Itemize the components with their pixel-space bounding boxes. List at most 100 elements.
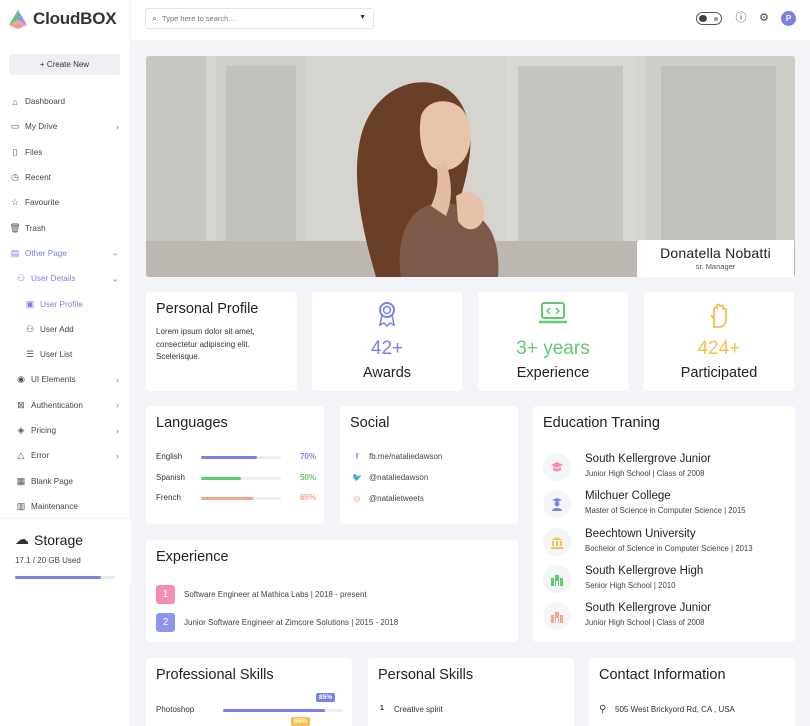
error-icon: △ (17, 450, 25, 461)
education-item-sub: Master of Science in Computer Science | … (585, 506, 746, 515)
chevron-right-icon: › (116, 121, 119, 132)
education-item-title: Milchuer College (585, 490, 671, 502)
sidebar-item-favourite[interactable]: ☆ Favourite (0, 190, 131, 215)
sidebar-item-label: Error (31, 451, 50, 461)
contact-address-row: ⚲ 505 West Brickyord Rd, CA , USA (599, 704, 735, 715)
sidebar-item-label: Maintenance (31, 501, 78, 511)
education-item-sub: Bochelor of Science in Computer Science … (585, 544, 753, 553)
education-item-title: South Kellergrove Junior (585, 602, 711, 614)
help-icon[interactable]: ⓘ (735, 12, 747, 24)
search-input[interactable] (162, 14, 343, 23)
sidebar-item-label: Blank Page (31, 476, 73, 486)
contact-title: Contact Information (599, 667, 726, 683)
storage-title-text: Storage (34, 531, 84, 548)
stat-value: 424+ (697, 338, 741, 359)
social-row-facebook[interactable]: f fb.me/nataliedawson (352, 452, 443, 461)
education-card: Education Traning South Kellergrove Juni… (533, 406, 795, 642)
personal-profile-text: Lorem ipsum dolor sit amet, consectetur … (156, 327, 255, 361)
personal-skills-title: Personal Skills (378, 667, 474, 683)
language-name: English (156, 452, 183, 461)
education-title: Education Traning (543, 415, 660, 431)
sidebar-item-blank-page[interactable]: ▦ Blank Page (0, 468, 131, 493)
personal-skills-card: Personal Skills 1 Creative spirit (368, 658, 574, 726)
storage-progress-fill (15, 576, 101, 579)
sidebar-item-label: User Profile (40, 299, 83, 309)
sidebar-item-ui-elements[interactable]: ◉ UI Elements › (0, 367, 131, 392)
sidebar-item-other-page[interactable]: ▤ Other Page ⌄ (0, 241, 131, 266)
storage-used: 17.1 / 20 GB Used (15, 556, 81, 565)
folder-icon: ▭ (10, 121, 20, 132)
stat-value: 42+ (370, 338, 404, 359)
file-icon: ▯ (12, 146, 18, 157)
logo[interactable]: CloudBOX (7, 8, 117, 30)
laptop-code-icon (478, 301, 628, 327)
facebook-icon: f (355, 452, 359, 461)
language-progress-fill (201, 477, 241, 480)
graduate-icon (543, 490, 571, 518)
maintenance-icon: ▥ (16, 500, 26, 511)
profile-icon: ▣ (25, 298, 35, 309)
avatar[interactable]: P (781, 11, 796, 26)
create-new-button[interactable]: + Create New (9, 54, 120, 75)
stat-label: Participated (680, 365, 758, 381)
sidebar-item-user-profile[interactable]: ▣ User Profile (0, 291, 131, 316)
skill-pct-badge: 85% (316, 693, 336, 702)
education-item: South Kellergrove Junior Junior High Sch… (543, 453, 793, 483)
sidebar-item-my-drive[interactable]: ▭ My Drive › (0, 114, 131, 139)
social-link[interactable]: fb.me/nataliedawson (369, 452, 442, 461)
school-icon (543, 602, 571, 630)
sidebar-item-label: Favourite (25, 198, 60, 208)
skill-name: Photoshop (156, 705, 195, 714)
sidebar-item-user-list[interactable]: ☰ User List (0, 342, 131, 367)
education-item-title: South Kellergrove High (585, 565, 704, 577)
sidebar-item-trash[interactable]: 🗑 Trash (0, 215, 131, 240)
personal-profile-title: Personal Profile (156, 301, 259, 317)
skill-progress-fill (223, 709, 325, 712)
social-link[interactable]: @nataliedawson (369, 473, 428, 482)
sidebar-item-label: My Drive (25, 122, 58, 132)
chevron-right-icon: › (116, 400, 119, 411)
caret-down-icon[interactable]: ▼ (359, 14, 366, 21)
sidebar-item-authentication[interactable]: ⊠ Authentication › (0, 393, 131, 418)
sidebar-item-label: Pricing (31, 426, 57, 435)
sidebar-item-pricing[interactable]: ◈ Pricing › (0, 418, 131, 443)
stat-value: 3+ years (516, 338, 590, 359)
education-item: South Kellergrove Junior Junior High Sch… (543, 602, 793, 632)
twitter-icon: 🐦 (352, 473, 362, 482)
chevron-right-icon: › (116, 374, 119, 385)
personal-skill-item: 1 Creative spirit (380, 705, 443, 714)
experience-item: 2 Junior Software Engineer at Zimcore So… (156, 613, 398, 632)
theme-toggle[interactable] (696, 12, 722, 25)
social-row-instagram[interactable]: ◎ @natalietweets (352, 494, 424, 503)
sidebar-item-label: Recent (25, 173, 51, 183)
toggle-knob (699, 15, 707, 22)
sidebar-item-user-details[interactable]: ⚇ User Details ⌄ (0, 266, 131, 291)
profile-name-card: Donatella Nobatti sr. Manager (637, 240, 794, 277)
sidebar-item-dashboard[interactable]: ⌂ Dashboard (0, 89, 131, 114)
sidebar-item-label: User List (40, 350, 73, 360)
university-icon (543, 528, 571, 556)
experience-text: Junior Software Engineer at Zimcore Solu… (184, 618, 399, 627)
stat-card-awards: 42+ Awards (312, 292, 462, 391)
social-link[interactable]: @natalietweets (369, 494, 424, 503)
create-new-label: Create New (46, 60, 90, 69)
language-row: French 65% (156, 493, 316, 505)
gear-icon[interactable]: ⚙ (758, 12, 770, 24)
home-icon: ⌂ (12, 96, 18, 107)
personal-profile-card: Personal Profile Lorem ipsum dolor sit a… (146, 292, 297, 391)
storage-widget: ☁ Storage 17.1 / 20 GB Used (0, 518, 131, 586)
sidebar-item-recent[interactable]: ◷ Recent (0, 165, 131, 190)
school-icon (543, 565, 571, 593)
ui-icon: ◉ (17, 374, 25, 385)
social-card: Social f fb.me/nataliedawson 🐦 @nataliedaw… (340, 406, 518, 524)
sidebar-item-maintenance[interactable]: ▥ Maintenance (0, 494, 131, 519)
cloud-icon: ☁ (15, 531, 29, 547)
social-row-twitter[interactable]: 🐦 @nataliedawson (352, 473, 428, 482)
sidebar-item-user-add[interactable]: ⚇ User Add (0, 317, 131, 342)
chevron-down-icon: ⌄ (111, 247, 119, 258)
clock-icon: ◷ (11, 172, 19, 183)
sidebar-item-error[interactable]: △ Error › (0, 443, 131, 468)
education-item-sub: Junior High School | Class of 2008 (585, 469, 705, 478)
sidebar-item-files[interactable]: ▯ Files (0, 140, 131, 165)
search-box[interactable]: ⌕ ▼ (145, 8, 374, 29)
